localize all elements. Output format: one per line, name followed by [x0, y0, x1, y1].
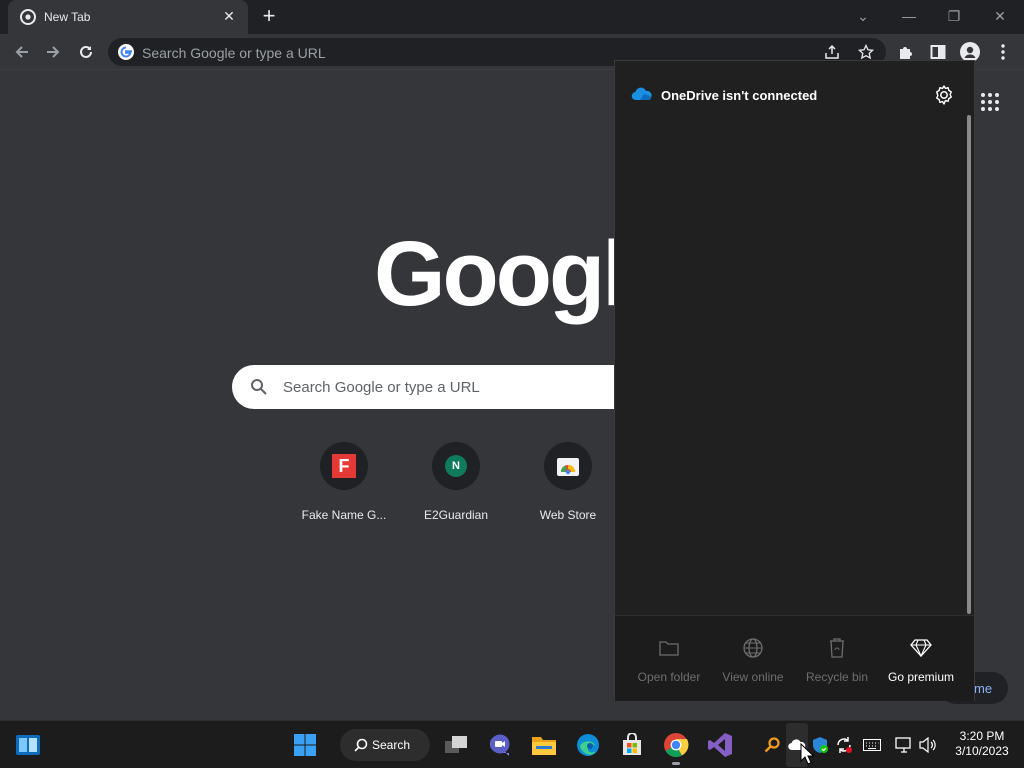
recycle-bin-button[interactable]: Recycle bin — [795, 636, 879, 684]
search-icon — [251, 379, 267, 395]
google-apps-icon[interactable] — [980, 92, 1000, 112]
tab-search-icon[interactable]: ⌄ — [850, 4, 876, 28]
profile-avatar-icon — [960, 42, 980, 62]
folder-icon — [659, 641, 679, 656]
shortcut-label: Fake Name G... — [301, 508, 387, 522]
speaker-icon — [919, 737, 936, 753]
share-icon[interactable] — [824, 44, 840, 60]
tab-close-icon[interactable]: ✕ — [220, 7, 238, 25]
task-view-button[interactable] — [442, 731, 470, 759]
folder-icon — [532, 737, 556, 755]
chrome-icon — [664, 733, 689, 758]
taskbar-search-button[interactable]: Search — [340, 729, 430, 761]
web-store-icon — [557, 458, 579, 476]
back-arrow-icon — [15, 46, 28, 58]
google-g-icon — [118, 44, 134, 60]
microsoft-store-button[interactable] — [618, 731, 646, 759]
onedrive-flyout: OneDrive isn't connected Open folder Vie… — [614, 60, 975, 701]
omnibox-placeholder: Search Google or type a URL — [142, 45, 326, 61]
open-folder-button[interactable]: Open folder — [627, 636, 711, 684]
start-button[interactable] — [291, 731, 319, 759]
diamond-icon — [910, 639, 932, 657]
shortcut-tile[interactable]: F Fake Name G... — [294, 442, 394, 522]
visual-studio-icon — [708, 733, 732, 757]
search-tray-icon[interactable] — [762, 735, 782, 755]
new-tab-button[interactable]: + — [258, 5, 280, 28]
view-online-label: View online — [722, 670, 784, 684]
ntp-search-placeholder: Search Google or type a URL — [283, 379, 480, 396]
search-icon — [354, 738, 368, 752]
shortcut-tile[interactable]: Web Store — [518, 442, 618, 522]
widgets-button[interactable] — [14, 731, 42, 759]
chrome-menu-button[interactable] — [991, 40, 1015, 64]
onedrive-status-title: OneDrive isn't connected — [661, 88, 818, 103]
back-button[interactable] — [10, 40, 34, 64]
shortcut-icon-circle: N — [432, 442, 480, 490]
chrome-taskbar-button[interactable] — [662, 731, 690, 765]
go-premium-button[interactable]: Go premium — [879, 636, 963, 684]
edge-button[interactable] — [574, 731, 602, 759]
settings-gear-icon[interactable] — [933, 84, 955, 106]
puzzle-piece-icon — [900, 47, 912, 59]
teams-chat-icon — [490, 734, 510, 756]
taskbar-search-label: Search — [372, 738, 411, 752]
task-view-icon — [445, 736, 467, 753]
mouse-cursor-icon — [800, 743, 814, 765]
recycle-bin-label: Recycle bin — [805, 670, 869, 684]
edge-icon — [577, 734, 599, 756]
network-monitor-icon — [895, 737, 911, 753]
taskbar-clock[interactable]: 3:20 PM 3/10/2023 — [946, 729, 1018, 759]
clock-date: 3/10/2023 — [955, 744, 1009, 758]
go-premium-label: Go premium — [887, 670, 955, 684]
onedrive-actions-bar: Open folder View online Recycle bin Go p… — [615, 615, 974, 701]
globe-icon — [743, 638, 763, 658]
magnifier-tray-icon — [764, 737, 780, 753]
customize-label-partial: me — [974, 681, 993, 696]
view-online-button[interactable]: View online — [711, 636, 795, 684]
visual-studio-button[interactable] — [706, 731, 734, 759]
forward-arrow-icon — [47, 46, 60, 58]
volume-tray-icon[interactable] — [918, 735, 938, 755]
open-folder-label: Open folder — [637, 670, 701, 684]
shortcut-tile[interactable]: N E2Guardian — [406, 442, 506, 522]
running-indicator — [672, 762, 680, 765]
recycle-bin-icon — [830, 638, 844, 658]
shortcut-icon-circle: F — [320, 442, 368, 490]
chrome-favicon-icon — [20, 9, 36, 25]
side-panel-icon — [930, 45, 946, 59]
forward-button[interactable] — [41, 40, 65, 64]
store-bag-icon — [623, 733, 641, 755]
bookmark-star-icon[interactable] — [858, 44, 874, 60]
tab-title: New Tab — [44, 10, 91, 24]
shortcut-icon-circle — [544, 442, 592, 490]
tab-strip: New Tab ✕ + ⌄ — ❐ ✕ — [0, 0, 1024, 34]
windows-logo-icon — [294, 734, 316, 756]
network-tray-icon[interactable] — [894, 735, 914, 755]
onedrive-cloud-icon — [631, 87, 652, 101]
teams-chat-button[interactable] — [486, 731, 514, 759]
widgets-icon — [16, 735, 40, 755]
e2guardian-icon: N — [445, 455, 467, 477]
restore-button[interactable]: ❐ — [941, 4, 967, 28]
kebab-menu-icon — [1001, 44, 1005, 60]
keyboard-tray-icon[interactable] — [862, 735, 882, 755]
close-window-button[interactable]: ✕ — [987, 4, 1013, 28]
onedrive-scrollbar[interactable] — [967, 115, 971, 614]
sync-tray-icon[interactable] — [834, 735, 854, 755]
shortcut-label: E2Guardian — [423, 508, 489, 522]
tab-new-tab[interactable]: New Tab ✕ — [8, 0, 248, 34]
minimize-button[interactable]: — — [896, 4, 922, 28]
clock-time: 3:20 PM — [959, 729, 1005, 743]
shortcut-label: Web Store — [539, 508, 597, 522]
fake-name-generator-icon: F — [332, 454, 356, 478]
reload-icon — [80, 45, 92, 58]
keyboard-icon — [863, 739, 881, 751]
windows-taskbar: Search 3:20 PM 3/10/2023 — [0, 720, 1024, 768]
sync-alert-icon — [837, 737, 852, 753]
file-explorer-button[interactable] — [530, 731, 558, 759]
reload-button[interactable] — [74, 40, 98, 64]
